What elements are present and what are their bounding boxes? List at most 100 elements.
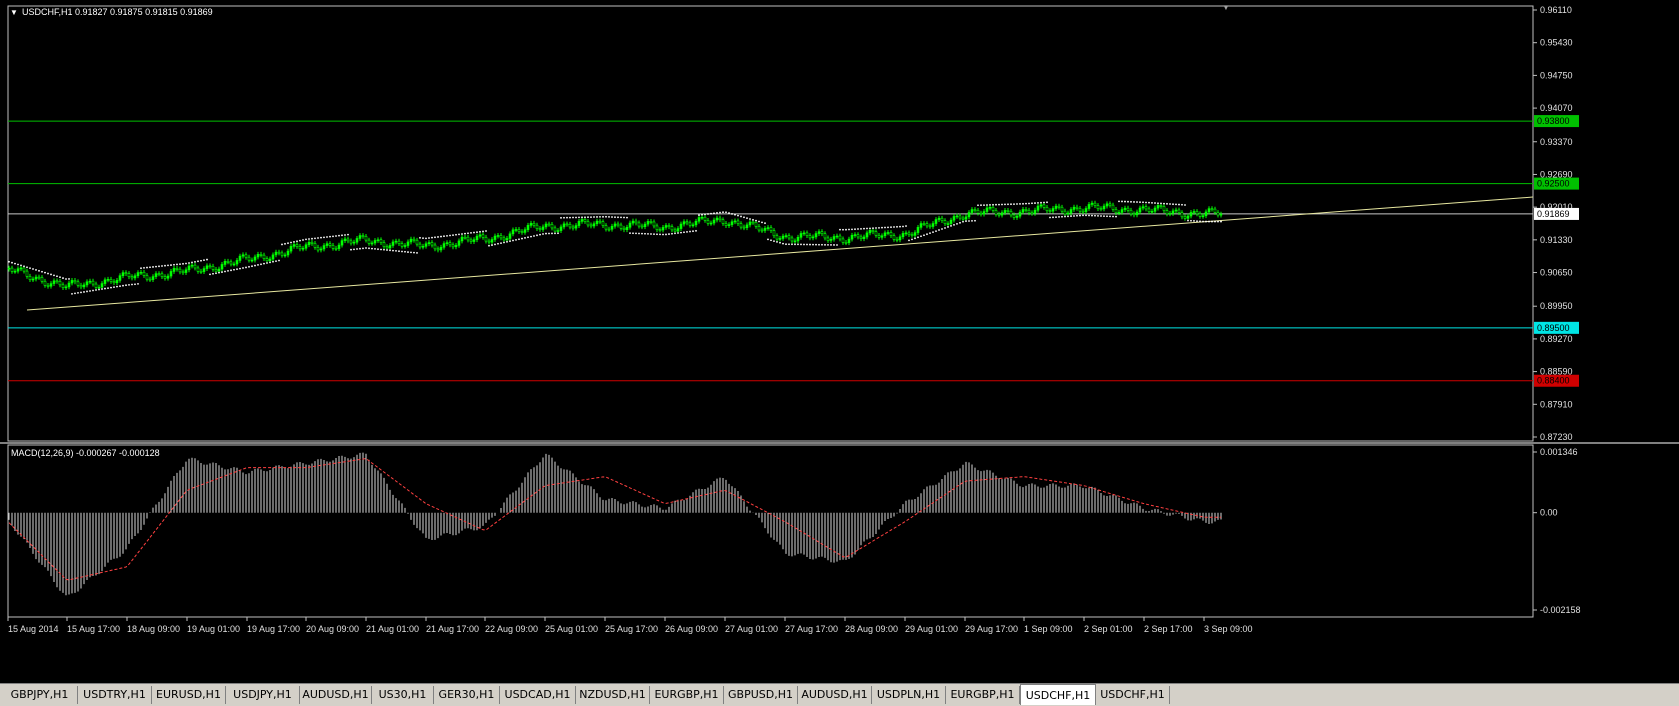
candle-body <box>361 235 365 237</box>
sar-dot <box>1076 214 1078 217</box>
candle-body <box>280 252 284 256</box>
tab-ger30-h1[interactable]: GER30,H1 <box>434 686 500 704</box>
candle-body <box>631 220 635 224</box>
candle-body <box>952 216 956 221</box>
candle-body <box>817 231 821 234</box>
sar-dot <box>224 270 226 273</box>
sar-dot <box>1133 201 1135 203</box>
tab-us30-h1[interactable]: US30,H1 <box>372 686 434 704</box>
sar-dot <box>374 247 376 250</box>
sar-dot <box>596 216 598 218</box>
price-y-tick-label: 0.87230 <box>1540 432 1573 442</box>
sar-dot <box>449 234 451 237</box>
candle-body <box>976 210 980 214</box>
sar-dot <box>500 242 502 245</box>
candle-body <box>946 223 950 225</box>
tab-nzdusd-h1[interactable]: NZDUSD,H1 <box>576 686 650 704</box>
tab-eurgbp-h1[interactable]: EURGBP,H1 <box>650 686 724 704</box>
tab-usdchf-h1[interactable]: USDCHF,H1 <box>1020 684 1096 705</box>
tab-usdpln-h1[interactable]: USDPLN,H1 <box>872 686 946 704</box>
sar-dot <box>368 247 370 250</box>
sar-dot <box>260 263 262 266</box>
time-axis-label: 22 Aug 09:00 <box>485 624 538 634</box>
tab-usdjpy-h1[interactable]: USDJPY,H1 <box>226 686 300 704</box>
candle-body <box>388 245 392 249</box>
sar-dot <box>410 251 412 254</box>
candle-body <box>766 227 770 229</box>
candle-body <box>574 225 578 229</box>
sar-dot <box>965 220 967 222</box>
tab-eurgbp-h1[interactable]: EURGBP,H1 <box>946 686 1020 704</box>
sar-dot <box>698 214 700 216</box>
tab-gbpjpy-h1[interactable]: GBPJPY,H1 <box>2 686 78 704</box>
sar-dot <box>959 221 961 224</box>
sar-dot <box>560 216 562 219</box>
sar-dot <box>1112 215 1114 218</box>
candle-body <box>970 209 974 213</box>
sar-dot <box>116 285 118 288</box>
candle-body <box>691 224 695 227</box>
sar-dot <box>1061 215 1063 218</box>
candle-body <box>583 219 587 222</box>
chart-area[interactable]: 0.961100.954300.947500.940700.933700.926… <box>0 0 1679 683</box>
candle-body <box>337 244 341 249</box>
candle-body <box>268 258 272 262</box>
sar-dot <box>11 261 13 264</box>
candle-body <box>835 235 839 238</box>
candle-body <box>580 219 584 222</box>
sar-dot <box>1013 203 1015 206</box>
sar-dot <box>38 269 40 272</box>
sar-dot <box>518 238 520 241</box>
sar-dot <box>986 204 988 206</box>
candle-body <box>1123 207 1127 210</box>
candle-body <box>700 216 704 219</box>
tab-gbpusd-h1[interactable]: GBPUSD,H1 <box>724 686 798 704</box>
sar-dot <box>344 234 346 236</box>
sar-dot <box>1169 203 1171 205</box>
sar-dot <box>353 248 355 251</box>
candle-body <box>820 231 824 234</box>
sar-dot <box>983 204 985 206</box>
candle-body <box>1057 205 1061 208</box>
tab-audusd-h1[interactable]: AUDUSD,H1 <box>798 686 872 704</box>
candle-body <box>982 211 986 215</box>
candle-body <box>658 229 662 231</box>
sar-dot <box>797 243 799 246</box>
candle-body <box>790 237 794 242</box>
sar-dot <box>29 267 31 270</box>
candle-body <box>874 231 878 236</box>
sar-dot <box>125 284 127 287</box>
tab-audusd-h1[interactable]: AUDUSD,H1 <box>300 686 372 704</box>
sar-dot <box>989 203 991 206</box>
candle-body <box>247 256 251 261</box>
tab-usdchf-h1[interactable]: USDCHF,H1 <box>1096 686 1170 704</box>
sar-dot <box>152 266 154 268</box>
tab-eurusd-h1[interactable]: EURUSD,H1 <box>152 686 226 704</box>
candle-body <box>826 237 830 241</box>
sar-dot <box>386 249 388 251</box>
tab-usdcad-h1[interactable]: USDCAD,H1 <box>500 686 576 704</box>
sar-dot <box>62 277 64 279</box>
sar-dot <box>1082 214 1084 217</box>
time-axis-label: 20 Aug 09:00 <box>306 624 359 634</box>
candle-body <box>610 225 614 230</box>
candle-body <box>883 232 887 237</box>
candle-body <box>832 236 836 240</box>
time-axis-label: 18 Aug 09:00 <box>127 624 180 634</box>
sar-dot <box>380 248 382 251</box>
price-y-tick-label: 0.91330 <box>1540 235 1573 245</box>
sar-dot <box>950 225 952 227</box>
candle-body <box>1093 202 1097 206</box>
candle-body <box>1219 213 1223 216</box>
sar-dot <box>158 265 160 268</box>
candle-body <box>565 223 569 226</box>
tab-usdtry-h1[interactable]: USDTRY,H1 <box>78 686 152 704</box>
sar-dot <box>620 216 622 219</box>
sar-dot <box>356 248 358 250</box>
sar-dot <box>299 239 301 242</box>
candle-body <box>1162 206 1166 211</box>
candle-body <box>559 226 563 231</box>
candle-body <box>898 236 902 241</box>
candle-body <box>1195 211 1199 215</box>
candle-body <box>571 226 575 229</box>
